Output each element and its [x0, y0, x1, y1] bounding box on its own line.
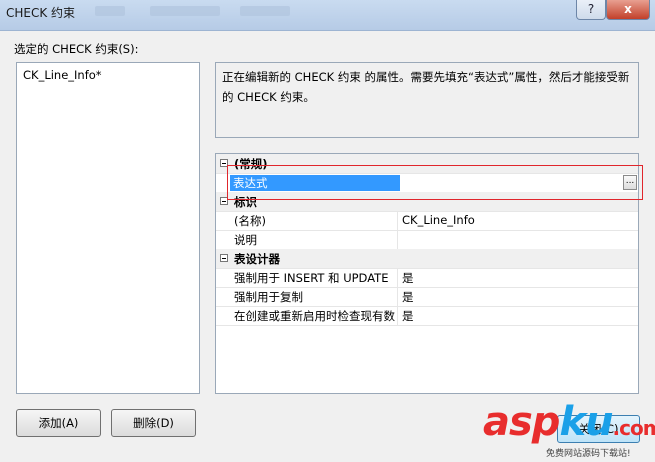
delete-button[interactable]: 删除(D) — [111, 409, 196, 437]
background-blur — [240, 6, 290, 16]
property-name: 强制用于 INSERT 和 UPDATE — [234, 271, 389, 285]
property-row-description[interactable]: 说明 — [216, 230, 638, 250]
column-divider — [397, 230, 398, 249]
constraints-list-label: 选定的 CHECK 约束(S): — [14, 42, 139, 56]
property-value[interactable]: 是 — [402, 289, 414, 305]
close-window-button[interactable]: x — [606, 0, 650, 20]
highlight-box — [227, 165, 643, 200]
property-value[interactable]: 是 — [402, 270, 414, 286]
watermark-logo: aspku.com — [483, 399, 655, 445]
property-name: 强制用于复制 — [234, 290, 303, 304]
description-panel: 正在编辑新的 CHECK 约束 的属性。需要先填充“表达式”属性，然后才能接受新… — [215, 62, 639, 138]
property-row-enforce-insert-update[interactable]: 强制用于 INSERT 和 UPDATE 是 — [216, 268, 638, 288]
property-row-enforce-replication[interactable]: 强制用于复制 是 — [216, 287, 638, 307]
watermark-caption: 免费网站源码下载站! — [546, 449, 631, 459]
property-value[interactable]: 是 — [402, 308, 414, 324]
property-value[interactable]: CK_Line_Info — [402, 213, 475, 227]
window-title: CHECK 约束 — [6, 6, 76, 20]
constraints-list[interactable]: CK_Line_Info* — [16, 62, 200, 394]
background-blur — [150, 6, 220, 16]
property-row-check-existing[interactable]: 在创建或重新启用时检查现有数 是 — [216, 306, 638, 326]
background-blur — [95, 6, 125, 16]
column-divider — [397, 287, 398, 306]
collapse-icon[interactable] — [220, 254, 228, 262]
category-label: 表设计器 — [234, 252, 280, 266]
list-item[interactable]: CK_Line_Info* — [23, 68, 102, 82]
property-name: 说明 — [234, 233, 257, 247]
column-divider — [397, 211, 398, 230]
property-name: 在创建或重新启用时检查现有数 — [234, 309, 395, 323]
add-button[interactable]: 添加(A) — [16, 409, 101, 437]
column-divider — [397, 268, 398, 287]
help-button[interactable]: ? — [576, 0, 606, 20]
title-bar: CHECK 约束 ? x — [0, 0, 655, 31]
property-row-name[interactable]: (名称) CK_Line_Info — [216, 211, 638, 231]
category-table-designer[interactable]: 表设计器 — [216, 249, 638, 269]
property-name: (名称) — [234, 214, 266, 228]
column-divider — [397, 306, 398, 325]
